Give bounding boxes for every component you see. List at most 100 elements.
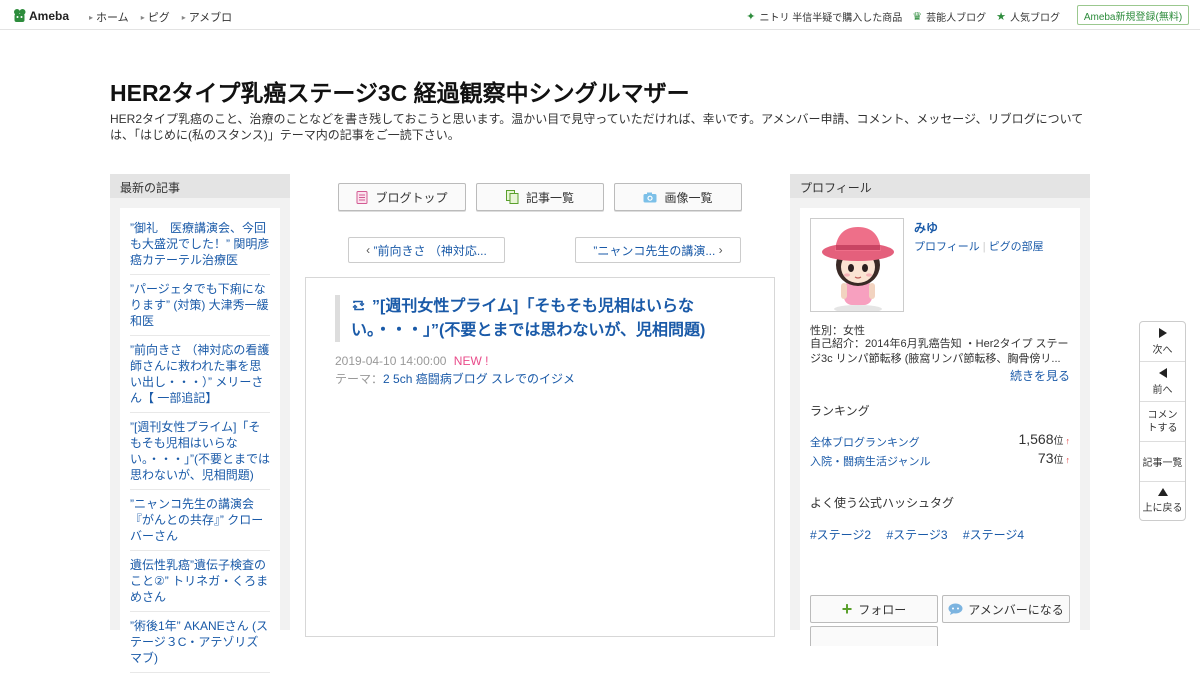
rank-number: 1,568: [1018, 431, 1054, 447]
topnav-home[interactable]: ▸ ホーム: [89, 9, 129, 25]
profile-heading: プロフィール: [790, 174, 1090, 198]
play-right-icon: [1158, 327, 1167, 338]
article-list-side-button[interactable]: 記事一覧: [1140, 442, 1185, 482]
amember-button[interactable]: アメンバーになる: [942, 595, 1070, 623]
article-list-button[interactable]: 記事一覧: [476, 183, 604, 211]
chevron-right-icon: ▸: [89, 12, 94, 22]
chevron-right-icon: ▸: [140, 12, 145, 22]
recent-post-item[interactable]: ”[週刊女性プライム]「そもそも児相はいらない。・・・」”(不要とまでは思わない…: [130, 419, 270, 490]
next-article-link[interactable]: ”ニャンコ先生の講演... ›: [575, 237, 741, 263]
topnav-pigg[interactable]: ▸ ピグ: [141, 9, 170, 25]
ranking-row: 入院・闘病生活ジャンル 73位 ↑: [810, 450, 1070, 469]
topnav-label: アメブロ: [188, 12, 233, 24]
profile-panel: みゆ プロフィール | ピグの部屋 性別：女性 自己紹介：2014年6月乳癌告知 ・…: [790, 198, 1090, 646]
rank-number: 73: [1037, 450, 1054, 466]
popular-label: 人気ブログ: [1010, 13, 1060, 24]
theme-link[interactable]: 2 5ch 癌闘病ブログ スレでのイジメ: [383, 372, 575, 386]
image-list-button[interactable]: 画像一覧: [614, 183, 742, 211]
theme-prefix: テーマ：: [335, 372, 384, 386]
recent-posts-heading: 最新の記事: [110, 174, 290, 198]
speech-bubble-icon: [948, 603, 963, 615]
recent-post-item[interactable]: ”パージェタでも下痢になります” (対策) 大津秀一緩和医: [130, 281, 270, 336]
profile-extra-button[interactable]: [810, 626, 938, 646]
document-icon: [356, 190, 368, 204]
back-to-top-label: 上に戻る: [1142, 503, 1183, 514]
profile-intro: 自己紹介：2014年6月乳癌告知 ・Her2タイプ ステージ3c リンパ節転移 …: [810, 338, 1069, 365]
prev-label: 前へ: [1152, 384, 1173, 396]
follow-label: フォロー: [858, 602, 907, 617]
profile-gender: 性別：女性: [810, 325, 865, 337]
article-theme: テーマ：2 5ch 癌闘病ブログ スレでのイジメ: [335, 370, 575, 387]
camera-icon: [643, 192, 657, 203]
prev-article-link[interactable]: ‹ ”前向きさ （神対応...: [348, 237, 505, 263]
image-list-label: 画像一覧: [664, 190, 713, 205]
topnav-label: ピグ: [147, 12, 170, 24]
recent-post-item[interactable]: ”前向きさ （神対応の看護師さんに救われた事を思い出し・・・）” メリーさん【 …: [130, 342, 270, 413]
blog-top-label: ブログトップ: [375, 190, 448, 205]
recent-posts-list: ”御礼 医療講演会、今回も大盛況でした！” 関明彦 癌カテーテル治療医 ”パージ…: [120, 208, 280, 673]
arrow-up-icon: ↑: [1065, 436, 1071, 446]
avatar[interactable]: [810, 218, 904, 312]
sparkle-icon: ✦: [746, 11, 756, 23]
profile-link[interactable]: プロフィール: [914, 241, 980, 253]
trending-label: ニトリ 半信半疑で購入した商品: [759, 13, 903, 24]
arrow-up-icon: ↑: [1065, 455, 1071, 465]
comment-button[interactable]: コメントする: [1140, 402, 1185, 442]
reblog-icon: [351, 296, 366, 319]
blog-title[interactable]: HER2タイプ乳癌ステージ3C 経過観察中シングルマザー: [110, 74, 690, 108]
logo-text: Ameba: [29, 9, 70, 23]
next-button[interactable]: 次へ: [1140, 322, 1185, 362]
recent-post-item[interactable]: ”術後1年” AKANEさん (ステージ３C・アテゾリズマブ): [130, 618, 270, 673]
next-article-label: ”ニャンコ先生の講演...: [593, 243, 716, 258]
separator: |: [982, 241, 986, 253]
blog-description: HER2タイプ乳癌のこと、治療のことなどを書き残しておこうと思います。温かい目で…: [110, 112, 1084, 142]
chevron-right-icon: ▸: [181, 12, 186, 22]
blog-top-button[interactable]: ブログトップ: [338, 183, 466, 211]
floating-side-nav: 次へ 前へ コメントする 記事一覧 上に戻る: [1139, 321, 1186, 521]
recent-post-item[interactable]: ”ニャンコ先生の講演会『がんとの共存』” クローバーさん: [130, 496, 270, 551]
trending-link[interactable]: ✦ ニトリ 半信半疑で購入した商品: [746, 9, 902, 24]
follow-button[interactable]: + フォロー: [810, 595, 938, 623]
ranking-label[interactable]: 入院・闘病生活ジャンル: [810, 456, 930, 468]
plus-icon: +: [841, 599, 853, 619]
article-card: ”[週刊女性プライム]「そもそも児相はいらない。・・・」”(不要とまでは思わない…: [305, 277, 775, 637]
ameba-logo[interactable]: Ameba: [13, 7, 69, 25]
copy-icon: [505, 190, 519, 204]
chevron-right-icon: ›: [715, 243, 723, 257]
article-title-text: ”[週刊女性プライム]「そもそも児相はいらない。・・・」”(不要とまでは思わない…: [351, 298, 706, 339]
top-nav: ▸ ホーム ▸ ピグ ▸ アメブロ: [89, 9, 244, 25]
celebrity-label: 芸能人ブログ: [926, 13, 987, 24]
article-meta: 2019-04-10 14:00:00 NEW !: [335, 354, 488, 368]
crown-icon: ♛: [912, 11, 923, 23]
star-icon: ★: [996, 11, 1006, 23]
hashtag-list: #ステージ2 #ステージ3 #ステージ4: [810, 526, 1036, 543]
recent-post-item[interactable]: ”御礼 医療講演会、今回も大盛況でした！” 関明彦 癌カテーテル治療医: [130, 220, 270, 275]
prev-button[interactable]: 前へ: [1140, 362, 1185, 402]
recent-post-item[interactable]: 遺伝性乳癌”遺伝子検査のこと②” トリネガ・くろまめさん: [130, 557, 270, 612]
profile-name[interactable]: みゆ: [914, 219, 938, 236]
ranking-value: 1,568位 ↑: [1018, 431, 1070, 447]
top-right-links: ✦ ニトリ 半信半疑で購入した商品 ♛ 芸能人ブログ ★ 人気ブログ: [736, 9, 1060, 24]
hashtag-link[interactable]: #ステージ2: [810, 528, 871, 542]
ranking-value: 73位 ↑: [1038, 450, 1070, 466]
topnav-ameblo[interactable]: ▸ アメブロ: [182, 9, 232, 25]
prev-article-label: ”前向きさ （神対応...: [373, 243, 487, 258]
rank-unit: 位: [1053, 436, 1064, 447]
article-list-label: 記事一覧: [525, 190, 574, 205]
topnav-label: ホーム: [96, 12, 129, 24]
article-date: 2019-04-10 14:00:00: [335, 354, 447, 368]
signup-button[interactable]: Ameba新規登録(無料): [1077, 5, 1189, 25]
chevron-left-icon: ‹: [366, 243, 374, 257]
celebrity-blog-link[interactable]: ♛ 芸能人ブログ: [912, 9, 986, 24]
read-more-link[interactable]: 続きを見る: [1010, 367, 1070, 384]
hashtag-link[interactable]: #ステージ4: [963, 528, 1024, 542]
pigg-room-link[interactable]: ピグの部屋: [989, 241, 1044, 253]
hashtag-link[interactable]: #ステージ3: [886, 528, 947, 542]
ameba-logo-icon: [14, 9, 26, 22]
profile-card: みゆ プロフィール | ピグの部屋 性別：女性 自己紹介：2014年6月乳癌告知 ・…: [800, 208, 1080, 646]
popular-blog-link[interactable]: ★ 人気ブログ: [996, 9, 1060, 24]
back-to-top-button[interactable]: 上に戻る: [1140, 482, 1185, 520]
recent-posts-panel: ”御礼 医療講演会、今回も大盛況でした！” 関明彦 癌カテーテル治療医 ”パージ…: [110, 198, 290, 673]
article-title[interactable]: ”[週刊女性プライム]「そもそも児相はいらない。・・・」”(不要とまでは思わない…: [351, 295, 735, 342]
ranking-label[interactable]: 全体ブログランキング: [810, 437, 920, 449]
